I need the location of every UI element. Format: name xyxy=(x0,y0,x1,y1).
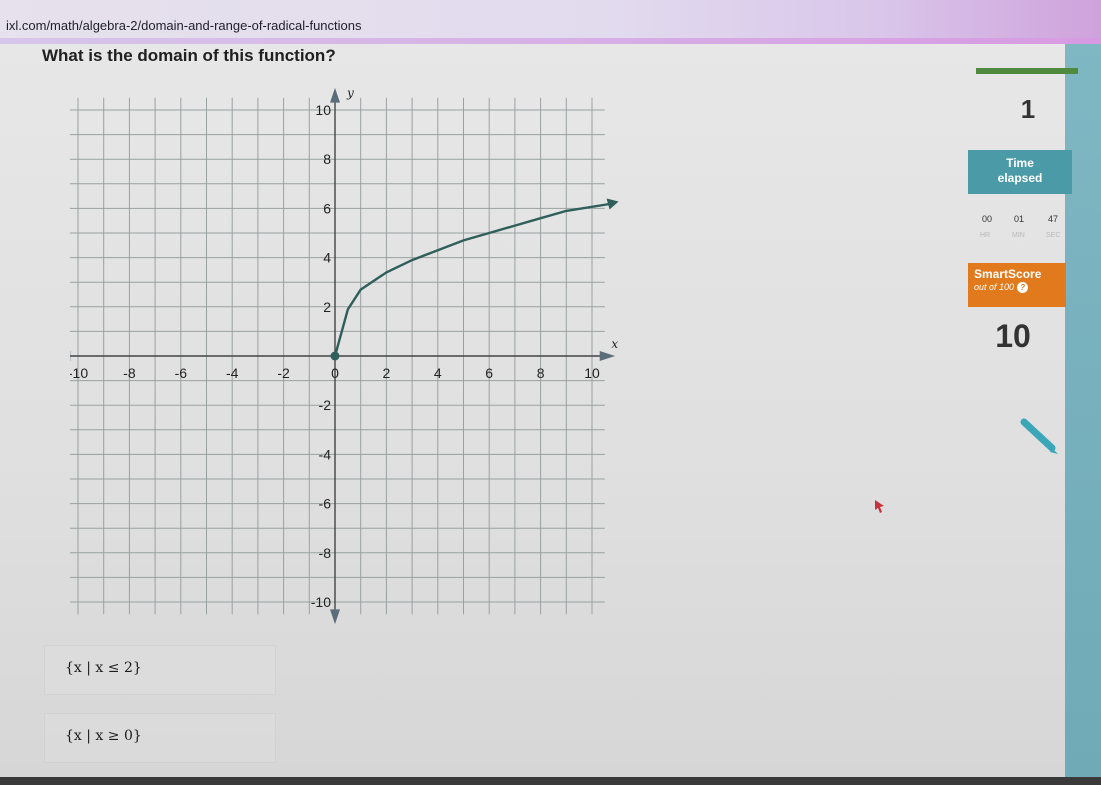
x-tick-label: -10 xyxy=(70,365,88,381)
pencil-icon[interactable] xyxy=(1020,418,1060,458)
answer-choice-2[interactable]: {x | x ≥ 0} xyxy=(44,713,276,763)
graph-axes xyxy=(70,87,616,625)
smartscore-subtitle: out of 100? xyxy=(974,282,1060,293)
help-icon[interactable]: ? xyxy=(1017,282,1029,293)
graph-curve xyxy=(330,198,619,361)
time-elapsed-header: Time elapsed xyxy=(968,150,1072,194)
screen-bezel-bottom xyxy=(0,777,1101,785)
x-tick-label: -4 xyxy=(226,365,239,381)
x-axis-label: x xyxy=(611,337,618,351)
time-min: 01 xyxy=(1014,214,1025,224)
time-min-label: MIN xyxy=(1012,232,1025,239)
smartscore-sub-text: out of 100 xyxy=(974,282,1015,292)
answer-choice-2-label: {x | x ≥ 0} xyxy=(65,728,142,744)
browser-address-bar: ixl.com/math/algebra-2/domain-and-range-… xyxy=(0,0,1101,38)
sidebar-accent-line xyxy=(976,68,1078,74)
x-axis-right-arrow-icon xyxy=(599,351,616,361)
y-tick-label: -6 xyxy=(319,496,332,512)
mouse-cursor-icon xyxy=(875,500,884,513)
x-tick-label: 4 xyxy=(434,365,442,381)
smartscore-title: SmartScore xyxy=(974,267,1042,281)
x-tick-label: 0 xyxy=(331,365,339,381)
question-text: What is the domain of this function? xyxy=(42,46,336,65)
y-axis-down-arrow-icon xyxy=(330,609,340,625)
x-tick-label: 6 xyxy=(485,365,493,381)
y-tick-label: -4 xyxy=(319,446,332,462)
time-hr: 00 xyxy=(982,214,993,224)
y-tick-label: 2 xyxy=(323,299,331,315)
y-tick-label: 8 xyxy=(323,151,331,167)
x-tick-label: -6 xyxy=(175,365,188,381)
y-tick-label: -10 xyxy=(311,594,331,610)
x-tick-label: 8 xyxy=(537,365,545,381)
graph-tick-labels: x y -10 -8 -6 -4 -2 0 2 4 6 8 10 10 8 6 4 2 -2 -4 -6 -8 -10 xyxy=(70,86,618,610)
time-hr-label: HR xyxy=(980,232,991,239)
smartscore-value: 10 xyxy=(995,318,1031,354)
time-sec-label: SEC xyxy=(1046,232,1061,239)
x-tick-label: -2 xyxy=(277,365,290,381)
x-tick-label: 10 xyxy=(584,365,600,381)
y-tick-label: -8 xyxy=(319,545,332,561)
y-axis-label: y xyxy=(346,86,354,100)
y-axis-up-arrow-icon xyxy=(330,87,340,103)
time-title-1: Time xyxy=(1006,156,1034,170)
curve-start-point xyxy=(330,351,340,361)
y-tick-label: 6 xyxy=(323,200,331,216)
time-sec: 47 xyxy=(1048,214,1059,224)
x-tick-label: 2 xyxy=(383,365,391,381)
x-tick-label: -8 xyxy=(123,365,136,381)
function-curve-line xyxy=(333,202,613,357)
time-title-2: elapsed xyxy=(997,171,1043,185)
y-tick-label: 10 xyxy=(315,102,331,118)
curve-end-arrow-icon xyxy=(606,198,619,210)
y-tick-label: 4 xyxy=(323,250,331,266)
function-graph: x y -10 -8 -6 -4 -2 0 2 4 6 8 10 10 8 6 4 2 -2 -4 -6 -8 -10 xyxy=(70,86,619,625)
smartscore-header: SmartScore out of 100? xyxy=(968,263,1066,307)
answer-choice-1[interactable]: {x | x ≤ 2} xyxy=(44,645,276,695)
progress-sidebar: 1 Time elapsed 00 01 47 HR MIN SEC Smart… xyxy=(958,68,1078,378)
y-tick-label: -2 xyxy=(319,397,332,413)
questions-answered-count: 1 xyxy=(1020,94,1036,124)
answer-choice-1-label: {x | x ≤ 2} xyxy=(65,660,142,676)
url-text[interactable]: ixl.com/math/algebra-2/domain-and-range-… xyxy=(6,18,362,33)
